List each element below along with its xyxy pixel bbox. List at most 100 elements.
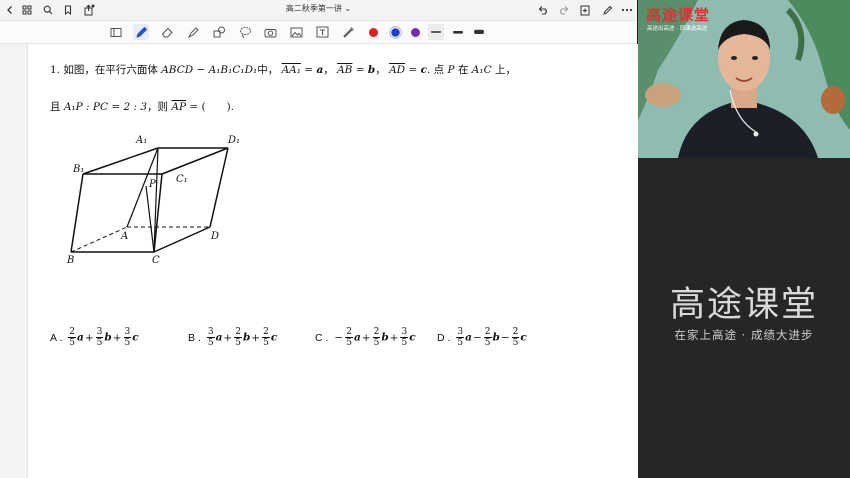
denominator: 5 [124, 338, 131, 348]
term-fraction: 25 [345, 327, 353, 348]
denominator: 5 [512, 338, 519, 348]
term-vector: b [492, 331, 500, 344]
question-line-1: 1. 如图，在平行六面体 ABCD − A₁B₁C₁D₁中， AA₁ = a， … [50, 64, 516, 76]
term-fraction: 25 [68, 327, 76, 348]
term-fraction: 35 [400, 327, 409, 348]
label-C1: C₁ [176, 174, 188, 185]
denominator: 5 [69, 338, 75, 348]
option-label: D . [437, 331, 451, 344]
term-fraction: 35 [456, 327, 465, 348]
redo-icon[interactable] [556, 2, 572, 18]
teacher-video: 高途课堂 高途出高途 · 同课选高途 [638, 0, 850, 158]
video-sublogo: 高途出高途 · 同课选高途 [647, 26, 708, 32]
laser-pointer-icon[interactable] [340, 24, 356, 40]
label-A: A [120, 231, 128, 242]
brand-logo: 高途课堂 [669, 285, 818, 325]
numerator: 2 [372, 327, 381, 338]
option-d[interactable]: D . 3 5 a− 2 5 b− 2 5 c [437, 327, 527, 348]
denominator: 5 [346, 338, 352, 348]
term-vector: a [77, 331, 84, 344]
title-bar: 高二秋季第一讲 ⌄ [0, 0, 637, 21]
stroke-medium-swatch[interactable] [450, 24, 466, 40]
term-vector: c [132, 331, 139, 344]
color-red-swatch[interactable] [365, 24, 381, 40]
read-mode-icon[interactable] [108, 24, 124, 40]
label-B: B [66, 255, 74, 266]
denominator: 5 [484, 338, 491, 348]
note-page[interactable]: 1. 如图，在平行六面体 ABCD − A₁B₁C₁D₁中， AA₁ = a， … [27, 44, 638, 478]
brand-slogan: 在家上高途 · 成绩大进步 [674, 328, 814, 342]
term-vector: b [242, 331, 251, 344]
term-vector: a [353, 331, 361, 344]
label-D1: D₁ [227, 135, 240, 146]
numerator: 3 [206, 327, 215, 338]
option-label: C . [315, 331, 329, 344]
denominator: 5 [96, 338, 103, 348]
term-fraction: 25 [262, 327, 270, 348]
denominator: 5 [207, 338, 214, 348]
term-sign: + [389, 331, 399, 344]
option-a[interactable]: A . 2 5 a+ 3 5 b+ 3 5 c [50, 327, 139, 348]
term-vector: b [381, 331, 389, 344]
numerator: 2 [483, 327, 492, 338]
drawing-toolbar [0, 21, 637, 44]
term-vector: a [465, 331, 472, 344]
numerator: 3 [400, 327, 409, 338]
term-fraction: 35 [206, 327, 215, 348]
stroke-thin-swatch[interactable] [428, 24, 444, 40]
option-label: B . [188, 331, 201, 344]
question-line-2: 且 A₁P : PC = 2 : 3，则 AP = ( ). [50, 101, 235, 113]
numerator: 2 [68, 327, 76, 338]
numerator: 2 [262, 327, 270, 338]
color-purple-swatch[interactable] [407, 24, 423, 40]
numerator: 3 [123, 327, 132, 338]
add-page-icon[interactable] [577, 2, 593, 18]
numerator: 3 [95, 327, 104, 338]
lasso-icon[interactable] [237, 24, 253, 40]
image-icon[interactable] [288, 24, 304, 40]
option-b[interactable]: B . 3 5 a+ 2 5 b+ 2 5 c [188, 327, 277, 348]
term-sign: − [472, 331, 482, 344]
label-P: P [148, 179, 156, 190]
term-vector: a [215, 331, 223, 344]
term-sign: + [112, 331, 122, 344]
color-blue-swatch[interactable] [387, 24, 403, 40]
denominator: 5 [373, 338, 380, 348]
term-fraction: 25 [234, 327, 242, 348]
denominator: 5 [457, 338, 464, 348]
text-tool-icon[interactable] [314, 24, 330, 40]
term-sign: + [361, 331, 371, 344]
diagonal-lines [126, 147, 159, 253]
term-fraction: 35 [95, 327, 104, 348]
denominator: 5 [263, 338, 269, 348]
undo-icon[interactable] [535, 2, 551, 18]
camera-icon[interactable] [262, 24, 278, 40]
highlighter-icon[interactable] [185, 24, 201, 40]
term-sign: − [500, 331, 510, 344]
label-A1: A₁ [135, 135, 147, 146]
pen-cursor-icon[interactable] [599, 2, 615, 18]
term-sign: + [223, 331, 233, 344]
option-c[interactable]: C . −2 5 a+ 2 5 b+ 3 5 c [315, 327, 416, 348]
shapes-icon[interactable] [211, 24, 227, 40]
term-sign: + [251, 331, 261, 344]
numerator: 3 [456, 327, 465, 338]
term-fraction: 25 [372, 327, 381, 348]
term-vector: b [104, 331, 112, 344]
term-vector: c [409, 331, 416, 344]
term-sign: − [334, 331, 344, 344]
pen-tool-icon[interactable] [133, 24, 149, 40]
video-logo: 高途课堂 [646, 6, 711, 24]
numerator: 2 [345, 327, 353, 338]
term-vector: c [520, 331, 527, 344]
term-fraction: 25 [511, 327, 520, 348]
term-sign: + [84, 331, 94, 344]
more-icon[interactable] [619, 2, 635, 18]
brand-panel: 高途课堂 在家上高途 · 成绩大进步 [638, 158, 850, 478]
stroke-thick-swatch[interactable] [471, 24, 487, 40]
numerator: 2 [511, 327, 520, 338]
eraser-icon[interactable] [159, 24, 175, 40]
option-label: A . [50, 331, 63, 344]
note-app: 高二秋季第一讲 ⌄ 1. 如图，在平行六面体 ABCD − A₁B₁C₁D₁中，… [0, 0, 638, 478]
term-vector: c [270, 331, 278, 344]
